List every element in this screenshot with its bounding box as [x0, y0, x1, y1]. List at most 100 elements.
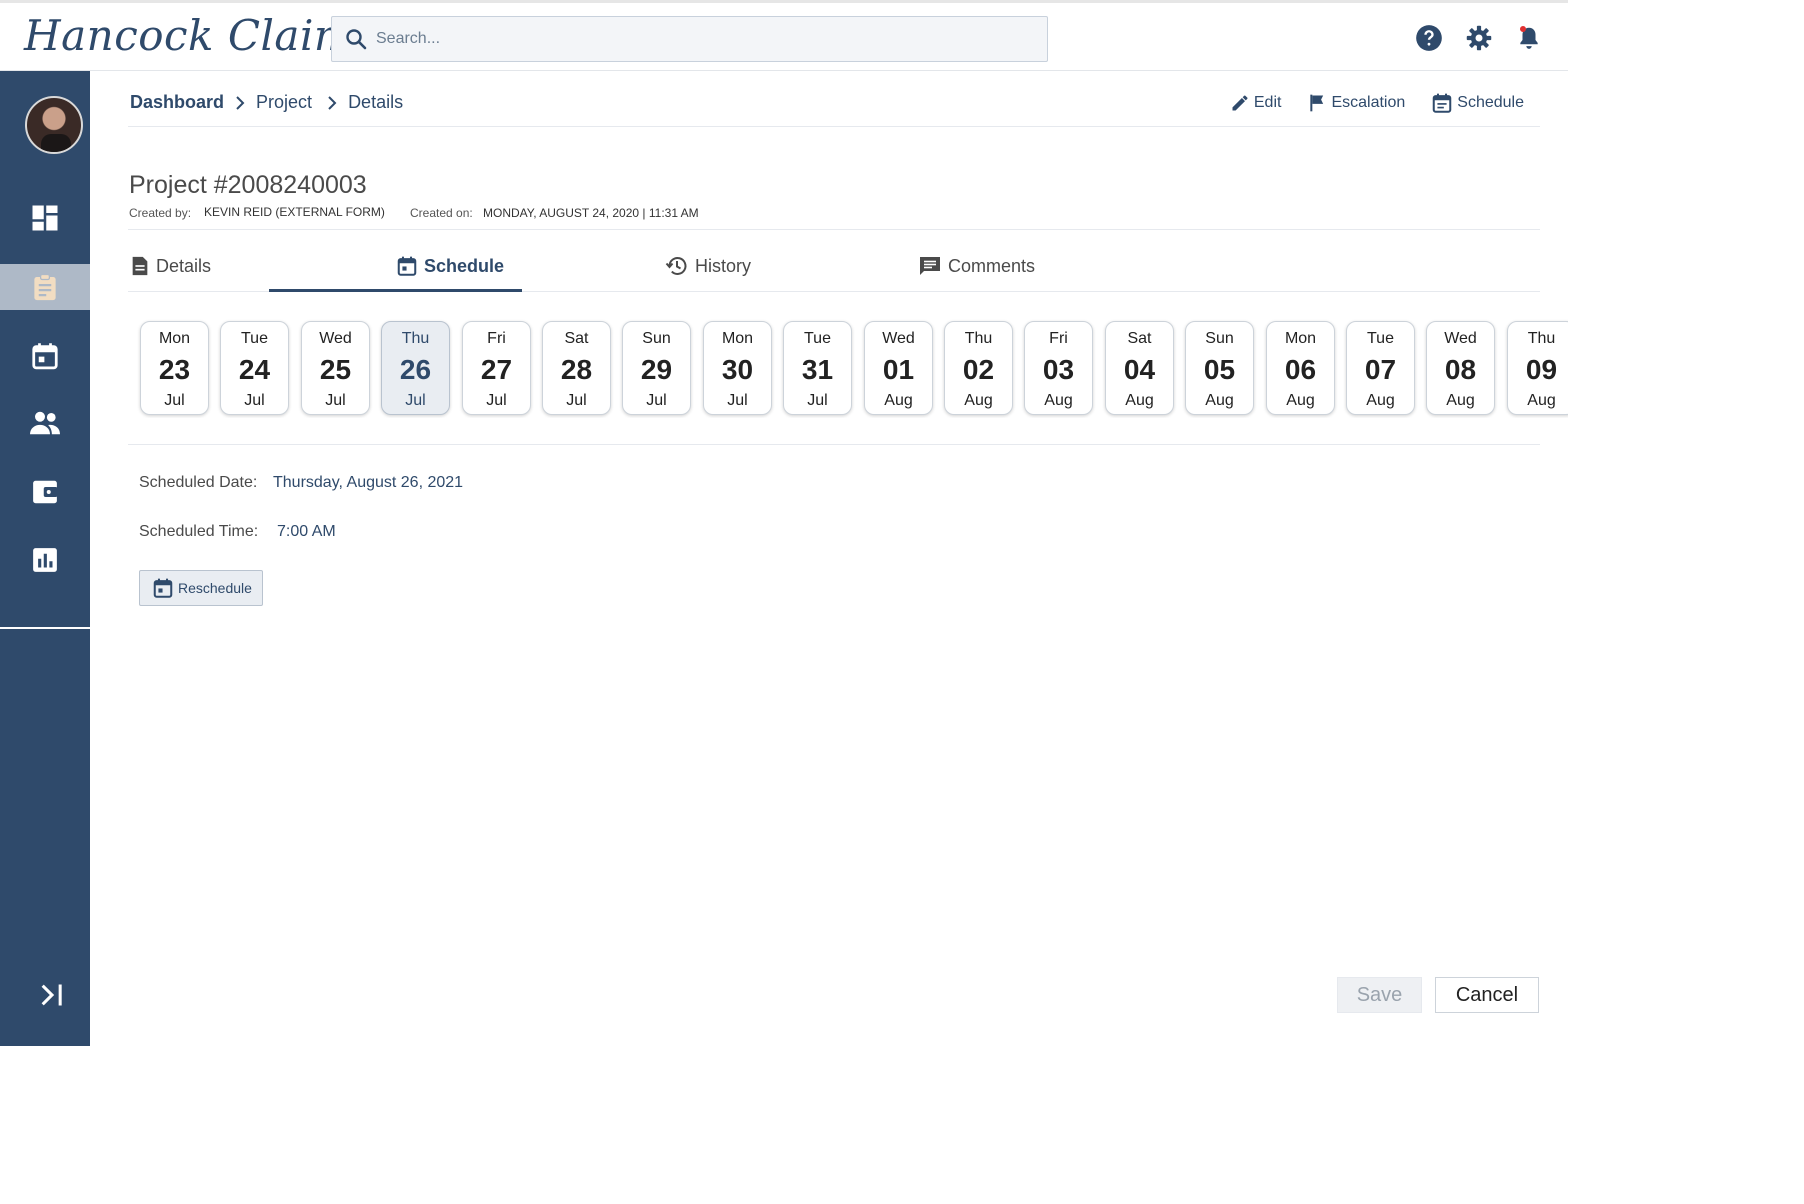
notification-dot — [1520, 26, 1526, 32]
date-card-dow: Tue — [241, 330, 268, 347]
date-card[interactable]: Sun 05 Aug — [1185, 321, 1254, 415]
gear-icon[interactable] — [1464, 23, 1494, 53]
date-card[interactable]: Wed 25 Jul — [301, 321, 370, 415]
calendar-icon — [153, 578, 173, 598]
date-card[interactable]: Fri 03 Aug — [1024, 321, 1093, 415]
date-card[interactable]: Tue 07 Aug — [1346, 321, 1415, 415]
calendar-icon — [1433, 93, 1452, 113]
date-card-num: 31 — [801, 354, 834, 385]
date-card-dow: Mon — [721, 330, 754, 347]
sidebar-item-projects[interactable] — [0, 264, 90, 310]
schedule-label: Schedule — [1457, 94, 1524, 111]
date-card-num: 04 — [1123, 354, 1156, 385]
date-card-num: 02 — [962, 354, 995, 385]
date-card[interactable]: Mon 06 Aug — [1266, 321, 1335, 415]
date-card-dow: Tue — [1367, 330, 1394, 347]
sidebar-item-wallet[interactable] — [0, 469, 90, 515]
breadcrumb-project[interactable]: Project — [256, 92, 312, 113]
date-card-mon: Aug — [1286, 392, 1315, 409]
edit-button[interactable]: Edit — [1230, 93, 1281, 113]
date-card-mon: Jul — [727, 392, 748, 409]
reschedule-button[interactable]: Reschedule — [139, 570, 263, 606]
date-card-dow: Thu — [1527, 330, 1556, 347]
date-card-dow: Thu — [401, 330, 430, 347]
bar-chart-icon — [33, 548, 57, 572]
date-card[interactable]: Thu 26 Jul — [381, 321, 450, 415]
date-card-num: 25 — [319, 354, 352, 385]
help-icon[interactable] — [1414, 23, 1444, 53]
document-icon — [132, 256, 148, 276]
scheduled-time-value: 7:00 AM — [277, 523, 336, 540]
date-card[interactable]: Wed 08 Aug — [1426, 321, 1495, 415]
save-button[interactable]: Save — [1337, 977, 1422, 1013]
date-card[interactable]: Tue 31 Jul — [783, 321, 852, 415]
date-card-mon: Aug — [1125, 392, 1154, 409]
expand-icon — [41, 984, 62, 1006]
scheduled-time-label: Scheduled Time: — [139, 523, 259, 540]
sidebar-item-reports[interactable] — [0, 537, 90, 583]
date-card-num: 24 — [238, 354, 271, 385]
date-card-mon: Jul — [807, 392, 828, 409]
date-card[interactable]: Thu 02 Aug — [944, 321, 1013, 415]
comment-icon — [920, 257, 940, 275]
date-card[interactable]: Sun 29 Jul — [622, 321, 691, 415]
cancel-button[interactable]: Cancel — [1435, 977, 1539, 1013]
sidebar-expand-button[interactable] — [36, 979, 68, 1011]
avatar[interactable] — [25, 96, 83, 154]
date-card-num: 08 — [1444, 354, 1477, 385]
date-card[interactable]: Mon 23 Jul — [140, 321, 209, 415]
tab-comments-label: Comments — [948, 255, 1036, 276]
created-on-value: MONDAY, AUGUST 24, 2020 | 11:31 AM — [483, 206, 699, 220]
date-card-mon: Aug — [964, 392, 993, 409]
date-card[interactable]: Fri 27 Jul — [462, 321, 531, 415]
bell-icon[interactable] — [1514, 23, 1544, 53]
date-card-num: 30 — [721, 354, 754, 385]
date-card-mon: Aug — [1205, 392, 1234, 409]
tab-history[interactable]: History — [665, 240, 751, 292]
date-card[interactable]: Thu 09 Aug — [1507, 321, 1568, 415]
date-card-mon: Aug — [884, 392, 913, 409]
tab-comments[interactable]: Comments — [918, 240, 1035, 292]
escalation-button[interactable]: Escalation — [1307, 93, 1405, 113]
scheduled-date-label: Scheduled Date: — [139, 474, 258, 491]
date-card[interactable]: Sat 28 Jul — [542, 321, 611, 415]
date-card-mon: Aug — [1044, 392, 1073, 409]
sidebar-item-people[interactable] — [0, 400, 90, 446]
date-card-dow: Sat — [1127, 330, 1152, 347]
tab-history-label: History — [695, 255, 752, 276]
dashboard-icon — [32, 205, 58, 231]
header-icons — [1414, 23, 1544, 53]
date-card[interactable]: Sat 04 Aug — [1105, 321, 1174, 415]
calendar-icon — [32, 343, 58, 370]
date-card[interactable]: Wed 01 Aug — [864, 321, 933, 415]
breadcrumb-dashboard[interactable]: Dashboard — [130, 92, 224, 113]
sidebar-item-calendar[interactable] — [0, 333, 90, 379]
date-card-dow: Mon — [158, 330, 191, 347]
divider — [128, 126, 1540, 127]
date-card-mon: Jul — [325, 392, 346, 409]
tab-details[interactable]: Details — [130, 240, 211, 292]
date-card-num: 01 — [882, 354, 915, 385]
schedule-button[interactable]: Schedule — [1431, 92, 1524, 114]
date-card-dow: Fri — [487, 330, 506, 347]
divider — [128, 444, 1540, 445]
date-card-mon: Jul — [164, 392, 185, 409]
date-card-mon: Jul — [646, 392, 667, 409]
sidebar-item-dashboard[interactable] — [0, 195, 90, 241]
tab-schedule[interactable]: Schedule — [396, 240, 504, 292]
date-card-num: 07 — [1364, 354, 1397, 385]
search-input[interactable] — [376, 30, 1016, 48]
date-card-mon: Aug — [1527, 392, 1556, 409]
search-box[interactable] — [331, 16, 1048, 62]
date-card-dow: Wed — [882, 330, 915, 347]
date-card-dow: Tue — [804, 330, 831, 347]
date-card[interactable]: Tue 24 Jul — [220, 321, 289, 415]
breadcrumb: Dashboard Project Details — [130, 92, 403, 113]
flag-icon — [1310, 94, 1324, 112]
created-by-label: Created by: — [129, 206, 192, 220]
date-card[interactable]: Mon 30 Jul — [703, 321, 772, 415]
date-card-num: 23 — [158, 354, 191, 385]
chevron-right-icon — [234, 95, 246, 111]
tab-details-label: Details — [156, 255, 212, 276]
date-card-num: 09 — [1525, 354, 1558, 385]
